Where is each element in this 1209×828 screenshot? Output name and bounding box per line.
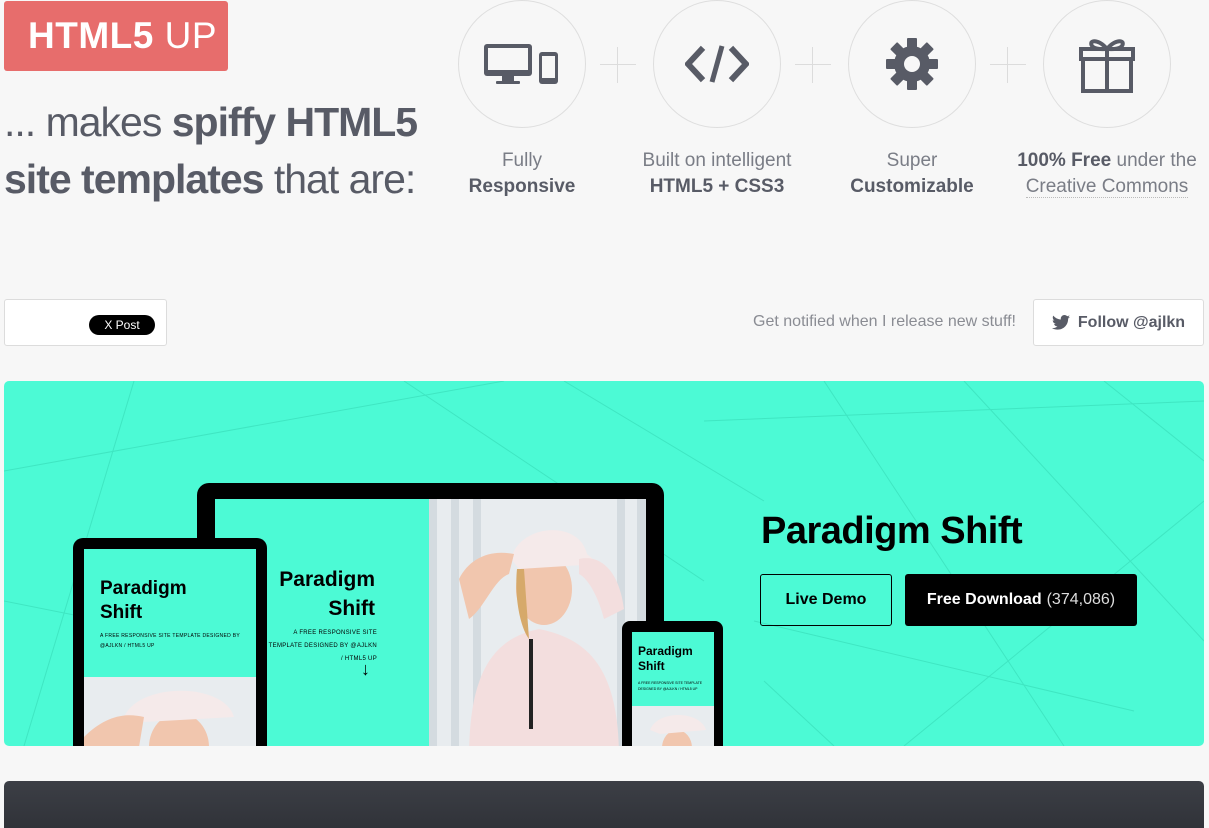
feature-line2: Customizable (850, 176, 974, 197)
down-arrow-icon: ↓ (361, 659, 370, 679)
template-title: Paradigm Shift (761, 510, 1023, 552)
follow-label: Follow @ajlkn (1077, 313, 1186, 331)
feature-circle (848, 0, 976, 128)
notify-text: Get notified when I release new stuff! (753, 313, 1016, 330)
mockup-title: Paradigm Shift (100, 578, 187, 623)
tagline-part1: ... makes (4, 99, 172, 145)
feature-html5-css3: Built on intelligent HTML5 + CSS3 (622, 0, 812, 200)
feature-free: 100% Free under the Creative Commons (1012, 0, 1202, 200)
follow-button[interactable]: Follow @ajlkn (1033, 299, 1204, 346)
free-download-button[interactable]: Free Download (374,086) (905, 574, 1137, 626)
site-logo[interactable]: HTML5 UP (4, 1, 228, 71)
feature-line1: Built on intelligent (642, 150, 792, 171)
desktop-screen: Paradigm Shift A FREE RESPONSIVE SITE TEM… (215, 499, 646, 746)
mockup-title: Paradigm Shift (638, 644, 693, 673)
feature-line1: Fully (501, 150, 543, 171)
tablet-mockup: Paradigm Shift A FREE RESPONSIVE SITE TEM… (73, 538, 267, 746)
featured-template-banner: Paradigm Shift A FREE RESPONSIVE SITE TEM… (4, 381, 1204, 746)
gear-icon (886, 38, 938, 90)
model-photo (84, 677, 256, 746)
feature-circle (653, 0, 781, 128)
twitter-icon (1051, 315, 1070, 330)
mockup-subtitle: A FREE RESPONSIVE SITE TEMPLATE DESIGNED… (638, 681, 703, 691)
tablet-screen: Paradigm Shift A FREE RESPONSIVE SITE TEM… (84, 549, 256, 746)
download-count: (374,086) (1046, 591, 1116, 608)
download-label: Free Download (926, 591, 1042, 608)
feature-line2: Responsive (468, 176, 576, 197)
phone-screen: Paradigm Shift A FREE RESPONSIVE SITE TEM… (632, 632, 714, 746)
tagline: ... makes spiffy HTML5 site templates th… (4, 94, 424, 208)
feature-bold: 100% Free (1017, 150, 1112, 171)
logo-light: UP (153, 15, 218, 56)
mockup-subtitle: A FREE RESPONSIVE SITE TEMPLATE DESIGNED… (100, 633, 240, 649)
desktop-mockup: Paradigm Shift A FREE RESPONSIVE SITE TEM… (197, 483, 664, 746)
tagline-part2: that are: (263, 156, 416, 202)
feature-line1: Super (886, 150, 938, 171)
feature-rest: under the (1111, 150, 1197, 171)
feature-line2: HTML5 + CSS3 (649, 176, 785, 197)
logo-bold: HTML5 (28, 15, 154, 56)
feature-circle (1043, 0, 1171, 128)
x-post-button[interactable]: X Post (89, 315, 155, 335)
creative-commons-link[interactable]: Creative Commons (1025, 176, 1189, 198)
tagline-bold1: spiffy HTML5 (171, 99, 418, 145)
model-photo (429, 499, 646, 746)
code-icon (685, 45, 749, 83)
feature-responsive: Fully Responsive (427, 0, 617, 200)
devices-icon (484, 44, 558, 84)
live-demo-button[interactable]: Live Demo (760, 574, 892, 626)
gift-icon (1079, 39, 1135, 93)
feature-customizable: Super Customizable (817, 0, 1007, 200)
feature-circle (458, 0, 586, 128)
tagline-bold2: site templates (4, 156, 264, 202)
phone-mockup: Paradigm Shift A FREE RESPONSIVE SITE TEM… (622, 621, 723, 746)
next-template-section (4, 781, 1204, 828)
social-share-box: X Post (4, 299, 167, 346)
model-photo (632, 706, 714, 746)
